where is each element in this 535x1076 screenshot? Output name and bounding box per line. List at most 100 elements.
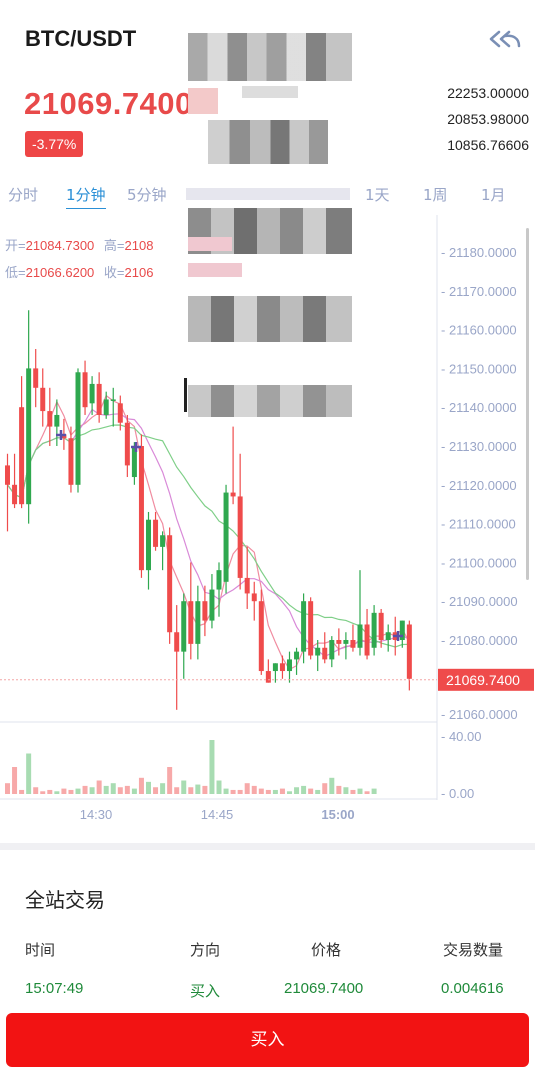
volume-bar	[131, 788, 137, 794]
volume-bar	[19, 789, 25, 794]
volume-bar	[153, 787, 159, 794]
volume-bar	[315, 789, 321, 794]
candle-body	[195, 601, 201, 644]
candle-body	[244, 577, 250, 594]
obscured-region	[242, 86, 298, 98]
candle-body	[209, 589, 215, 621]
obscured-region	[184, 378, 187, 412]
volume-bar	[287, 791, 292, 794]
obscured-region	[188, 263, 242, 277]
trades-title: 全站交易	[25, 888, 105, 912]
volume-bar	[54, 791, 60, 794]
candle-body	[343, 640, 349, 644]
candle-body	[251, 593, 257, 602]
candle-body	[54, 414, 60, 427]
candle-body	[308, 601, 314, 656]
candle-body	[153, 519, 159, 547]
tab-5min[interactable]: 5分钟	[127, 184, 167, 205]
volume-bar	[216, 780, 222, 794]
volume-bar	[272, 789, 278, 794]
candle-body	[357, 624, 363, 648]
stat-high: 22253.00000	[447, 85, 529, 101]
candle-body	[40, 387, 46, 412]
volume-bar	[138, 777, 144, 794]
candle-body	[294, 651, 300, 660]
candle-body	[188, 601, 194, 644]
candle-body	[33, 368, 39, 388]
candle-body	[202, 601, 208, 621]
candle-body	[167, 535, 173, 633]
candle-body	[47, 411, 53, 427]
price-tick-label: - 21090.0000	[441, 594, 518, 609]
back-icon[interactable]	[483, 24, 523, 54]
volume-bar	[244, 783, 250, 794]
volume-bar	[61, 788, 67, 794]
price-stats: 22253.00000 20853.98000 10856.76606	[400, 80, 535, 158]
col-amount: 交易数量	[443, 941, 504, 959]
price-tick-label: - 21060.0000	[441, 707, 518, 722]
moving-average-line	[7, 408, 410, 657]
tab-1week[interactable]: 1周	[423, 184, 448, 205]
volume-bar	[202, 785, 208, 794]
candle-body	[96, 383, 102, 415]
volume-axis-label: - 40.00	[441, 729, 481, 744]
price-tick-label: - 21170.0000	[441, 284, 517, 299]
candle-body	[160, 535, 166, 547]
obscured-region	[188, 296, 352, 342]
current-price: 21069.7400	[24, 86, 193, 121]
tab-1month[interactable]: 1月	[481, 184, 506, 205]
volume-bar	[265, 789, 271, 794]
volume-bar	[146, 781, 151, 794]
candle-body	[138, 446, 144, 571]
price-tick-label: - 21150.0000	[441, 361, 517, 376]
time-tick-label: 14:30	[80, 807, 113, 822]
volume-bar	[223, 788, 229, 794]
col-side: 方向	[190, 941, 221, 959]
tab-1day[interactable]: 1天	[365, 184, 390, 205]
price-tick-label: - 21110.0000	[441, 517, 516, 532]
price-tick-label: - 21130.0000	[441, 439, 517, 454]
section-divider	[0, 843, 535, 850]
volume-bar	[343, 787, 349, 794]
obscured-region	[188, 33, 352, 81]
candle-body	[287, 659, 292, 672]
trade-amount: 0.004616	[441, 980, 504, 997]
volume-bar	[279, 788, 285, 794]
price-tick-label: - 21160.0000	[441, 323, 517, 338]
obscured-region	[188, 88, 218, 114]
candle-body	[89, 383, 95, 404]
candle-body	[230, 492, 236, 497]
volume-bar	[5, 783, 10, 794]
tab-1min[interactable]: 1分钟	[66, 184, 106, 209]
candle-body	[12, 484, 18, 505]
candle-body	[385, 632, 391, 640]
volume-bar	[26, 753, 32, 794]
candle-body	[371, 612, 377, 648]
volume-bar	[167, 767, 173, 794]
obscured-region	[188, 385, 352, 417]
obscured-region	[188, 237, 232, 251]
obscured-region	[186, 188, 350, 200]
candle-body	[272, 663, 278, 672]
candle-body	[237, 496, 243, 578]
time-tick-label: 14:45	[201, 807, 234, 822]
volume-bar	[195, 784, 201, 794]
trade-price: 21069.7400	[284, 980, 364, 997]
volume-bar	[251, 785, 257, 794]
candle-body	[378, 612, 384, 640]
volume-bar	[75, 788, 81, 794]
moving-average-line	[7, 394, 410, 671]
volume-bar	[209, 740, 215, 794]
volume-bar	[47, 789, 53, 794]
volume-bar	[371, 788, 377, 794]
tab-fenshi[interactable]: 分时	[8, 184, 38, 205]
candle-body	[174, 632, 180, 652]
volume-axis-label: - 0.00	[441, 786, 474, 801]
candle-body	[26, 368, 32, 505]
buy-button[interactable]: 买入	[6, 1013, 529, 1067]
volume-bar	[110, 783, 116, 794]
price-tick-label: - 21080.0000	[441, 633, 518, 648]
candle-body	[5, 465, 10, 485]
volume-bar	[350, 789, 356, 794]
volume-bar	[294, 787, 300, 794]
